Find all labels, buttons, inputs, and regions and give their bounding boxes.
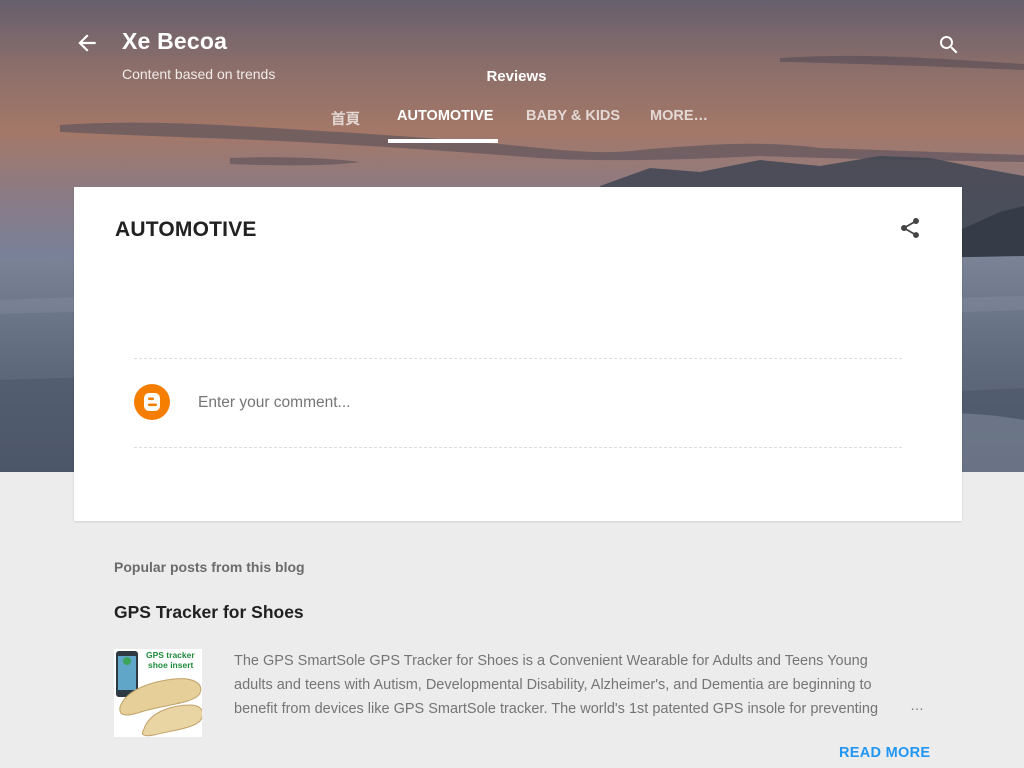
site-title[interactable]: Xe Becoa xyxy=(122,28,227,55)
share-icon xyxy=(901,218,919,238)
popular-post-snippet: The GPS SmartSole GPS Tracker for Shoes … xyxy=(234,649,924,721)
thumbnail-caption-line-1: GPS tracker xyxy=(146,650,195,660)
section-label: Reviews xyxy=(486,68,547,85)
blogger-icon xyxy=(134,384,170,420)
snippet-line: adults and teens with Autism, Developmen… xyxy=(234,677,872,693)
tab-baby-kids[interactable]: BABY & KIDS xyxy=(526,108,620,124)
snippet-line: benefit from devices like GPS SmartSole … xyxy=(234,701,879,717)
snippet-line: The GPS SmartSole GPS Tracker for Shoes … xyxy=(234,653,868,669)
comment-input[interactable] xyxy=(198,390,798,416)
tab-more[interactable]: MORE… xyxy=(650,108,708,124)
arrow-back-icon xyxy=(78,34,96,52)
comment-divider-top xyxy=(134,358,902,359)
post-title: AUTOMOTIVE xyxy=(115,218,257,241)
snippet-ellipsis: … xyxy=(910,697,924,713)
comment-divider-bottom xyxy=(134,447,902,448)
popular-post-thumbnail[interactable]: GPS tracker shoe insert xyxy=(114,649,202,737)
search-icon xyxy=(940,36,958,54)
popular-post-title[interactable]: GPS Tracker for Shoes xyxy=(114,602,304,623)
commenter-avatar xyxy=(134,384,170,420)
back-button[interactable] xyxy=(74,30,100,56)
gps-insole-thumbnail-image: GPS tracker shoe insert xyxy=(114,649,202,737)
thumbnail-caption-line-2: shoe insert xyxy=(148,660,194,670)
post-card: AUTOMOTIVE xyxy=(74,187,962,521)
search-button[interactable] xyxy=(937,33,961,57)
tab-automotive[interactable]: AUTOMOTIVE xyxy=(397,108,493,124)
share-button[interactable] xyxy=(898,216,922,240)
active-tab-indicator xyxy=(388,139,498,143)
popular-posts-heading: Popular posts from this blog xyxy=(114,559,305,575)
read-more-link[interactable]: READ MORE xyxy=(839,745,930,761)
tab-home[interactable]: 首頁 xyxy=(331,108,360,129)
